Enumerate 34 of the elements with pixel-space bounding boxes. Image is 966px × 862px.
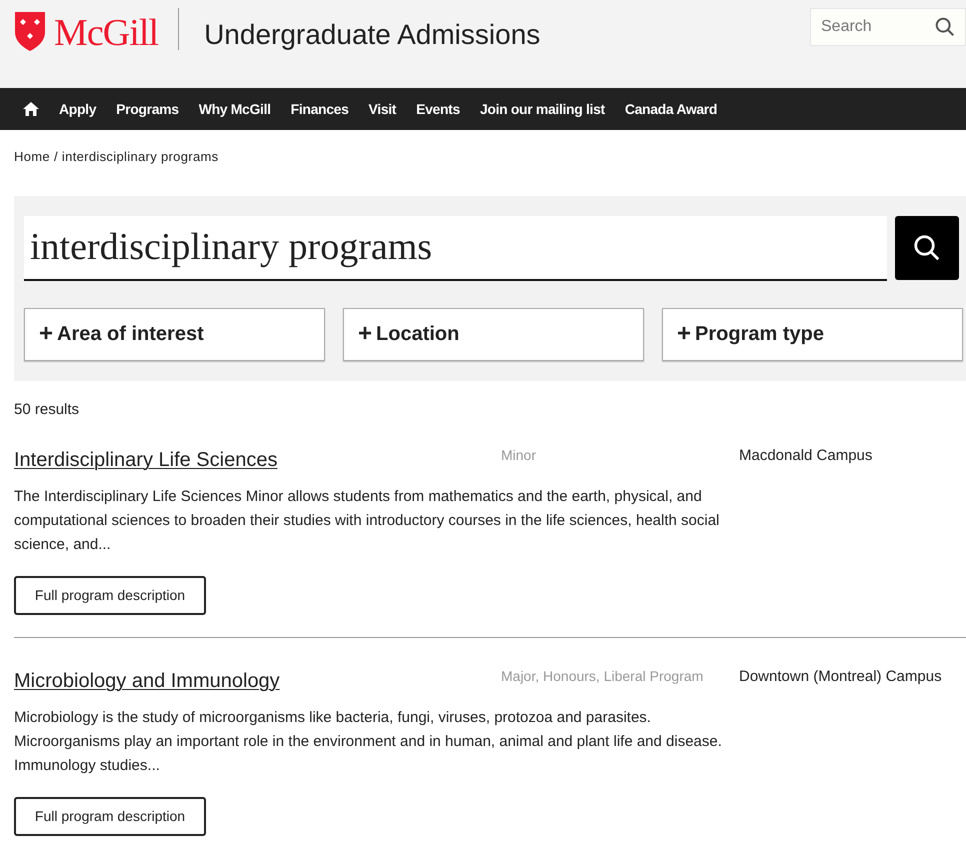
program-type: Major, Honours, Liberal Program	[501, 667, 704, 686]
program-description-button[interactable]: Full program description	[14, 576, 206, 615]
results-count: 50 results	[13, 400, 80, 420]
program-description-button[interactable]: Full program description	[14, 797, 206, 836]
nav-link[interactable]: Finances	[290, 98, 349, 120]
nav-link[interactable]: Join our mailing list	[480, 98, 605, 120]
search-icon	[912, 232, 942, 262]
home-icon[interactable]	[23, 102, 39, 116]
shield-icon	[14, 10, 46, 52]
site-title: Undergraduate Admissions	[204, 18, 540, 52]
program-description: The Interdisciplinary Life Sciences Minor allows students from mathematics and the earth, physical, and computational sciences to broaden their studies with introductory courses in the life sciences, health social science, and...	[14, 487, 720, 555]
logo-text[interactable]: McGill	[54, 14, 158, 52]
nav-link[interactable]: Events	[416, 98, 460, 120]
program-description: Microbiology is the study of microorganisms like bacteria, fungi, viruses, protozoa and parasites. Microorganisms play an important role in the environment and in human, animal and plant life and disease. Immunology studies...	[14, 708, 723, 776]
query-field[interactable]: interdisciplinary programs	[24, 216, 887, 280]
campus: Macdonald Campus	[739, 446, 872, 466]
filter-button[interactable]: + Program type	[662, 308, 963, 360]
filter-button[interactable]: + Area of interest	[24, 308, 325, 360]
breadcrumb-link[interactable]: Home	[14, 147, 50, 166]
program-type: Minor	[501, 446, 538, 465]
nav-link[interactable]: Why McGill	[198, 98, 271, 120]
campus: Downtown (Montreal) Campus	[739, 667, 942, 687]
nav-link[interactable]: Programs	[116, 98, 179, 120]
nav-link[interactable]: Canada Award	[624, 98, 718, 120]
breadcrumb-current: interdisciplinary programs	[62, 148, 218, 166]
search-field[interactable]: Search	[810, 8, 966, 46]
search-button[interactable]	[895, 216, 959, 280]
program-title-link[interactable]: Microbiology and Immunology	[14, 666, 501, 696]
breadcrumb-separator: /	[54, 148, 58, 166]
search-icon	[934, 16, 956, 38]
program-title-link[interactable]: Interdisciplinary Life Sciences	[14, 445, 501, 475]
nav-link[interactable]: Apply	[59, 98, 96, 120]
nav-link[interactable]: Visit	[368, 98, 396, 120]
filter-button[interactable]: + Location	[343, 308, 644, 360]
